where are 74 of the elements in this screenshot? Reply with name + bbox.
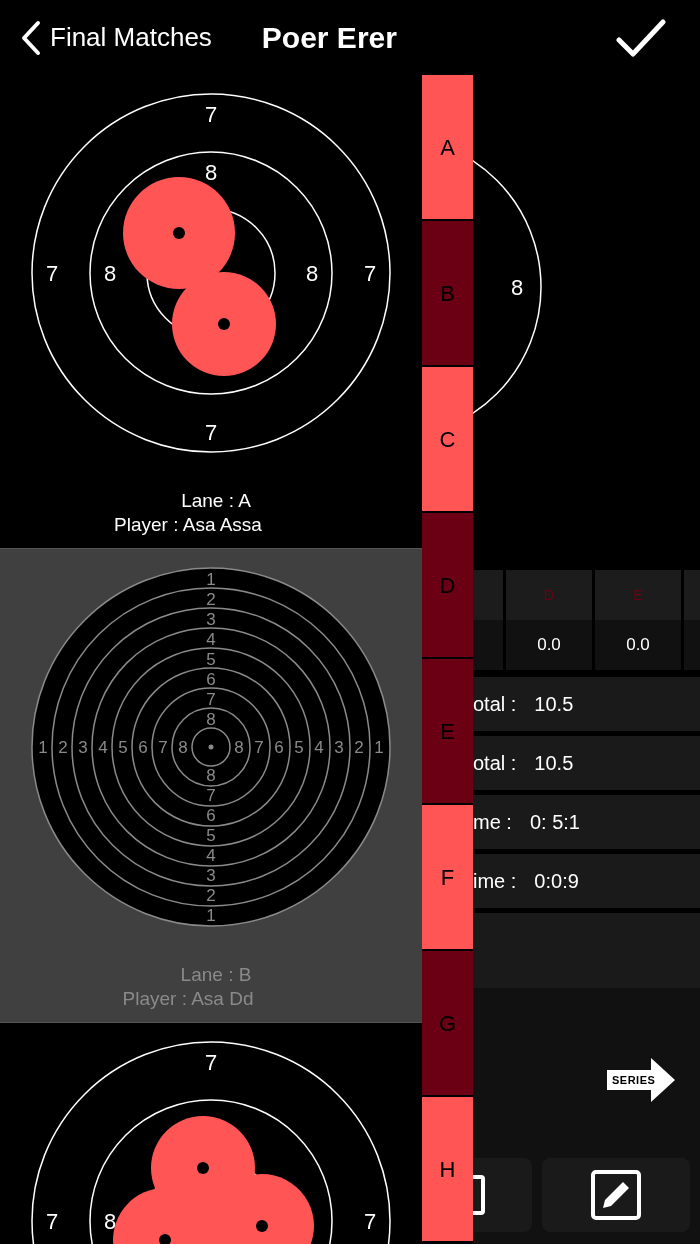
ring-label: 8 — [103, 260, 117, 286]
ring-label: 8 — [178, 737, 188, 757]
stat-value: 0: 5:1 — [529, 810, 580, 835]
score-header: D — [543, 584, 555, 605]
ring-label: 7 — [206, 785, 216, 805]
edit-button[interactable] — [542, 1158, 690, 1232]
series-button[interactable]: SERIES — [607, 1058, 675, 1102]
ring-label: 6 — [206, 805, 216, 825]
score-value: 0.0 — [626, 634, 650, 657]
score-value: 0.0 — [537, 634, 561, 657]
ring-label: 2 — [354, 737, 364, 757]
page-title: Poer Erer — [261, 20, 397, 56]
ring-label: 4 — [206, 845, 216, 865]
ring-label: 4 — [98, 737, 108, 757]
ring-label: 5 — [118, 737, 128, 757]
ring-label: 7 — [204, 1049, 218, 1075]
ring-label: 8 — [234, 737, 244, 757]
ring-label: 5 — [206, 825, 216, 845]
lane-label: Lane : B — [180, 963, 252, 987]
ring-label: 3 — [206, 865, 216, 885]
ring-label: 8 — [510, 274, 524, 300]
ring-label: 2 — [206, 885, 216, 905]
ring-label: 3 — [334, 737, 344, 757]
ring-label: 7 — [45, 260, 59, 286]
ring-label: 7 — [158, 737, 168, 757]
ring-label: 8 — [206, 709, 216, 729]
ring-label: 1 — [38, 737, 48, 757]
ring-label: 5 — [206, 649, 216, 669]
player-label: Player : Asa Assa — [114, 513, 262, 537]
ring-label: 3 — [206, 609, 216, 629]
stat-label: otal : — [473, 692, 517, 717]
back-chevron-icon — [20, 19, 42, 56]
ring-label: 1 — [206, 569, 216, 589]
stat-label: ime : — [473, 869, 517, 894]
tool-button[interactable] — [473, 1158, 532, 1232]
lane-panel[interactable]: 7 7 8 7 — [0, 1022, 422, 1244]
ring-label: 8 — [206, 765, 216, 785]
ring-label: 6 — [274, 737, 284, 757]
ring-label: 4 — [206, 629, 216, 649]
lane-tab[interactable]: A — [422, 75, 473, 221]
lane-tab[interactable]: F — [422, 805, 473, 951]
ring-label: 8 — [103, 1208, 117, 1234]
ring-label: 7 — [206, 689, 216, 709]
ring-label: 7 — [254, 737, 264, 757]
ring-label: 8 — [305, 260, 319, 286]
confirm-button[interactable] — [616, 17, 666, 58]
ring-label: 2 — [206, 589, 216, 609]
stat-value: 0:0:9 — [534, 869, 579, 894]
ring-label: 6 — [206, 669, 216, 689]
player-label: Player : Asa Dd — [122, 987, 254, 1011]
ring-label: 7 — [204, 101, 218, 127]
stat-value: 10.5 — [534, 751, 574, 776]
edit-icon — [591, 1170, 641, 1220]
ring-label: 7 — [363, 260, 377, 286]
ring-label: 7 — [363, 1208, 377, 1234]
lane-tab[interactable]: H — [422, 1097, 473, 1243]
ring-label: 1 — [206, 905, 216, 925]
ring-label: 2 — [58, 737, 68, 757]
ring-label: 5 — [294, 737, 304, 757]
lane-tab[interactable]: C — [422, 367, 473, 513]
ring-label: 6 — [138, 737, 148, 757]
ring-label: 4 — [314, 737, 324, 757]
ring-label: 7 — [204, 419, 218, 445]
ring-label: 3 — [78, 737, 88, 757]
ring-label: 1 — [374, 737, 384, 757]
ring-label: 8 — [204, 159, 218, 185]
stat-label: otal : — [473, 751, 517, 776]
stat-label: me : — [473, 810, 512, 835]
lane-label: Lane : A — [181, 489, 251, 513]
stat-value: 10.5 — [534, 692, 574, 717]
check-icon — [616, 17, 666, 58]
ring-label: 7 — [45, 1208, 59, 1234]
back-button[interactable]: Final Matches — [20, 18, 212, 57]
score-header: E — [633, 584, 643, 605]
